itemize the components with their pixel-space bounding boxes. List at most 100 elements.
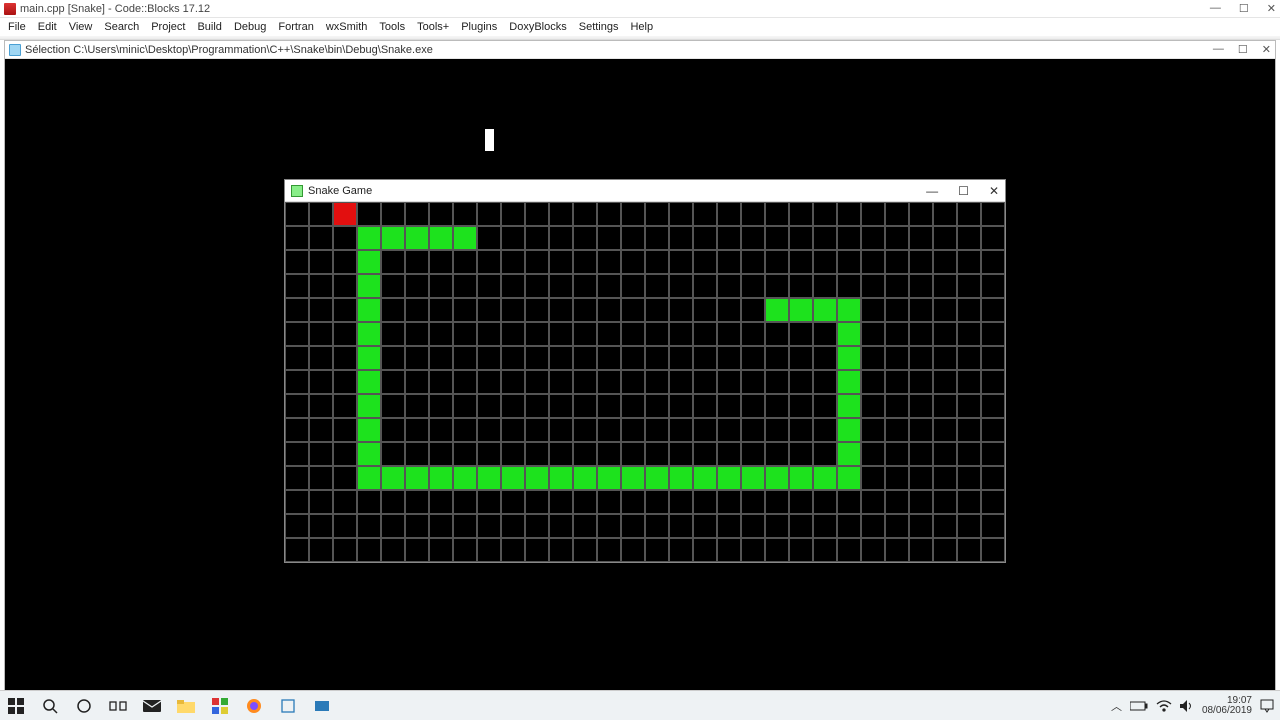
snake-segment	[357, 274, 381, 298]
menu-tools[interactable]: Tools	[373, 21, 411, 33]
grid-cell	[573, 298, 597, 322]
menu-plugins[interactable]: Plugins	[455, 21, 503, 33]
task-view-icon[interactable]	[108, 696, 128, 716]
search-icon[interactable]	[40, 696, 60, 716]
menu-edit[interactable]: Edit	[32, 21, 63, 33]
grid-cell	[693, 490, 717, 514]
grid-cell	[693, 274, 717, 298]
close-button[interactable]: ✕	[1262, 43, 1271, 56]
grid-cell	[453, 514, 477, 538]
wifi-icon[interactable]	[1156, 700, 1172, 712]
grid-cell	[813, 226, 837, 250]
app-icon[interactable]	[312, 696, 332, 716]
codeblocks-taskbar-icon[interactable]	[210, 696, 230, 716]
notification-icon[interactable]	[1260, 699, 1274, 713]
grid-cell	[501, 250, 525, 274]
grid-cell	[477, 346, 501, 370]
grid-cell	[621, 394, 645, 418]
grid-cell	[501, 514, 525, 538]
taskbar-clock[interactable]: 19:07 08/06/2019	[1202, 696, 1252, 716]
snake-segment	[837, 394, 861, 418]
grid-cell	[933, 226, 957, 250]
grid-cell	[309, 394, 333, 418]
menu-fortran[interactable]: Fortran	[272, 21, 319, 33]
grid-cell	[957, 466, 981, 490]
grid-cell	[597, 226, 621, 250]
snake-segment	[357, 442, 381, 466]
grid-cell	[501, 226, 525, 250]
tray-chevron-icon[interactable]: ︿	[1111, 698, 1122, 714]
grid-cell	[621, 418, 645, 442]
settings-icon[interactable]	[278, 696, 298, 716]
menu-project[interactable]: Project	[145, 21, 191, 33]
grid-cell	[357, 202, 381, 226]
close-button[interactable]: ✕	[989, 184, 999, 198]
file-explorer-icon[interactable]	[176, 696, 196, 716]
minimize-button[interactable]: —	[1210, 2, 1221, 15]
grid-cell	[597, 274, 621, 298]
snake-segment	[837, 298, 861, 322]
grid-cell	[597, 298, 621, 322]
grid-cell	[309, 322, 333, 346]
minimize-button[interactable]: —	[926, 184, 938, 198]
battery-icon[interactable]	[1130, 701, 1148, 711]
snake-segment	[405, 226, 429, 250]
grid-cell	[885, 346, 909, 370]
menu-debug[interactable]: Debug	[228, 21, 272, 33]
grid-cell	[621, 202, 645, 226]
menu-wxsmith[interactable]: wxSmith	[320, 21, 374, 33]
grid-cell	[525, 226, 549, 250]
grid-cell	[429, 346, 453, 370]
grid-cell	[549, 322, 573, 346]
grid-cell	[693, 298, 717, 322]
snake-segment	[429, 466, 453, 490]
grid-cell	[909, 394, 933, 418]
grid-cell	[885, 250, 909, 274]
start-button[interactable]	[6, 696, 26, 716]
menu-help[interactable]: Help	[624, 21, 659, 33]
grid-cell	[621, 442, 645, 466]
snake-segment	[717, 466, 741, 490]
grid-cell	[597, 418, 621, 442]
grid-cell	[621, 370, 645, 394]
grid-cell	[501, 490, 525, 514]
grid-cell	[525, 418, 549, 442]
grid-cell	[813, 538, 837, 562]
menu-search[interactable]: Search	[98, 21, 145, 33]
minimize-button[interactable]: —	[1213, 43, 1224, 56]
grid-cell	[333, 322, 357, 346]
grid-cell	[333, 370, 357, 394]
maximize-button[interactable]: ☐	[1239, 2, 1249, 15]
game-grid[interactable]	[285, 202, 1005, 562]
grid-cell	[813, 442, 837, 466]
taskbar-left	[6, 696, 332, 716]
grid-cell	[765, 418, 789, 442]
maximize-button[interactable]: ☐	[1238, 43, 1248, 56]
menu-doxyblocks[interactable]: DoxyBlocks	[503, 21, 572, 33]
menu-view[interactable]: View	[63, 21, 99, 33]
snake-segment	[357, 298, 381, 322]
grid-cell	[645, 514, 669, 538]
taskbar-right: ︿ 19:07 08/06/2019	[1111, 696, 1274, 716]
grid-cell	[285, 298, 309, 322]
menu-build[interactable]: Build	[191, 21, 227, 33]
cortana-icon[interactable]	[74, 696, 94, 716]
grid-cell	[789, 226, 813, 250]
grid-cell	[597, 346, 621, 370]
grid-cell	[573, 370, 597, 394]
grid-cell	[285, 466, 309, 490]
ide-menubar[interactable]: FileEditViewSearchProjectBuildDebugFortr…	[0, 18, 1280, 36]
firefox-icon[interactable]	[244, 696, 264, 716]
close-button[interactable]: ✕	[1267, 2, 1276, 15]
mail-icon[interactable]	[142, 696, 162, 716]
menu-settings[interactable]: Settings	[573, 21, 625, 33]
grid-cell	[405, 394, 429, 418]
maximize-button[interactable]: ☐	[958, 184, 969, 198]
grid-cell	[741, 538, 765, 562]
grid-cell	[693, 418, 717, 442]
menu-tools[interactable]: Tools+	[411, 21, 455, 33]
sound-icon[interactable]	[1180, 700, 1194, 712]
snake-segment	[813, 298, 837, 322]
grid-cell	[477, 418, 501, 442]
menu-file[interactable]: File	[2, 21, 32, 33]
